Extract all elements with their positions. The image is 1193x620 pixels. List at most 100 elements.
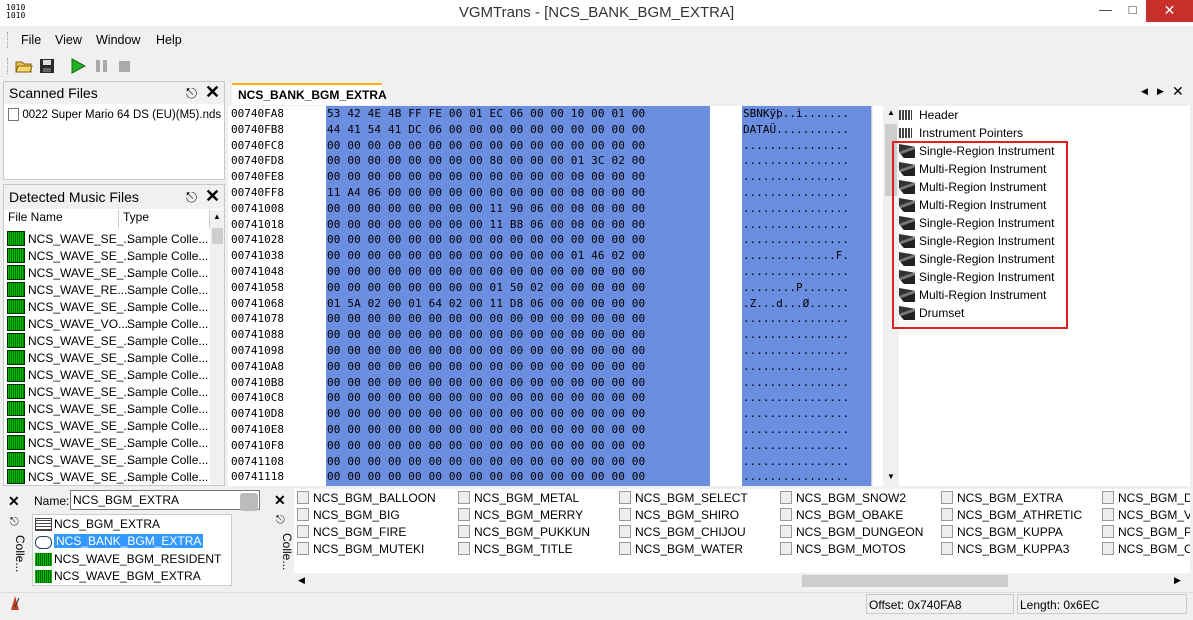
menu-file[interactable]: File [21, 33, 41, 47]
collection-entry[interactable]: NCS_BGM_MOTOS [780, 542, 906, 559]
maximize-button[interactable]: □ [1119, 0, 1146, 22]
pin-icon[interactable]: ⎋ [186, 189, 197, 206]
close-pane-icon[interactable]: ✕ [205, 186, 220, 207]
collection-entry[interactable]: NCS_BGM_PE [1102, 525, 1190, 542]
collection-entry[interactable]: NCS_BGM_DO [1102, 491, 1190, 508]
collection-entry[interactable]: NCS_BGM_SHIRO [619, 508, 739, 525]
collection-entry[interactable]: NCS_BGM_DUNGEON [780, 525, 923, 542]
tab-scroll-right-icon[interactable]: ▶ [1157, 86, 1164, 97]
sequence-icon [35, 518, 52, 532]
collection-entry[interactable]: NCS_BGM_KUPPA [941, 525, 1063, 542]
scanned-file-item[interactable]: 0022 Super Mario 64 DS (EU)(M5).nds [8, 107, 221, 122]
collection-icon [941, 542, 953, 556]
collection-icon [619, 508, 631, 522]
list-item[interactable]: NCS_WAVE_SE_...Sample Colle... [4, 400, 210, 417]
column-type[interactable]: Type [119, 210, 210, 228]
pause-icon[interactable] [93, 58, 111, 74]
list-item[interactable]: NCS_WAVE_SE_...Sample Colle... [4, 298, 210, 315]
collection-name-field[interactable] [70, 490, 260, 510]
menu-window[interactable]: Window [96, 33, 140, 47]
close-button[interactable]: ✕ [1146, 0, 1193, 22]
collections-side-label[interactable]: Colle... [270, 533, 294, 573]
list-item[interactable]: NCS_WAVE_SE_...Sample Colle... [4, 417, 210, 434]
tab-close-icon[interactable]: ✕ [1172, 83, 1184, 100]
column-file-name[interactable]: File Name [4, 210, 119, 228]
file-name: NCS_WAVE_SE_... [28, 470, 134, 484]
pin-icon[interactable]: ⎋ [276, 514, 285, 527]
list-item[interactable]: NCS_WAVE_SE_...Sample Colle... [4, 332, 210, 349]
collection-icon [458, 542, 470, 556]
hex-view[interactable]: 00740FA8 53 42 4E 4B FF FE 00 01 EC 06 00… [228, 106, 872, 486]
collection-entry[interactable]: NCS_BGM_MUTEKI [297, 542, 424, 559]
close-pane-icon[interactable]: ✕ [274, 492, 286, 509]
collection-side-label[interactable]: Colle... [3, 535, 27, 575]
collection-entry[interactable]: NCS_BGM_WATER [619, 542, 743, 559]
list-item[interactable]: NCS_WAVE_SE_...Sample Colle... [4, 434, 210, 451]
collection-entry[interactable]: NCS_BGM_KUPPA3 [941, 542, 1069, 559]
collection-entry[interactable]: NCS_BGM_MERRY [458, 508, 583, 525]
title-bar: 1010 1010 VGMTrans - [NCS_BANK_BGM_EXTRA… [0, 0, 1193, 26]
collection-entry[interactable]: NCS_BGM_FIRE [297, 525, 406, 542]
collection-entry[interactable]: NCS_BGM_OP [1102, 542, 1190, 559]
list-item[interactable]: NCS_WAVE_RE... Sample Colle... [4, 281, 210, 298]
list-item[interactable]: NCS_WAVE_SE_...Sample Colle... [4, 230, 210, 247]
collection-entry[interactable]: NCS_BGM_OBAKE [780, 508, 903, 525]
collection-entry[interactable]: NCS_BGM_CHIJOU [619, 525, 746, 542]
collection-entry[interactable]: NCS_BGM_VO [1102, 508, 1190, 525]
list-item[interactable]: NCS_WAVE_SE_...Sample Colle... [4, 468, 210, 485]
list-item[interactable]: NCS_WAVE_SE_...Sample Colle... [4, 264, 210, 281]
collection-entry[interactable]: NCS_BGM_BIG [297, 508, 400, 525]
list-item[interactable]: NCS_WAVE_SE_...Sample Colle... [4, 485, 210, 486]
stop-icon[interactable] [116, 58, 134, 74]
collection-name: NCS_BGM_ATHRETIC [957, 508, 1083, 522]
tab-scroll-left-icon[interactable]: ◀ [1141, 86, 1148, 97]
collection-item[interactable]: NCS_BGM_EXTRA [35, 517, 231, 534]
save-icon[interactable] [38, 58, 56, 74]
close-pane-icon[interactable]: ✕ [8, 493, 20, 510]
hex-bytes: 53 42 4E 4B FF FE 00 01 EC 06 00 00 10 0… [327, 107, 646, 120]
collection-name: NCS_BGM_MERRY [474, 508, 584, 522]
open-folder-icon[interactable] [15, 58, 33, 74]
minimize-button[interactable]: — [1092, 0, 1119, 22]
list-item[interactable]: NCS_WAVE_SE_...Sample Colle... [4, 451, 210, 468]
collection-entry[interactable]: NCS_BGM_ATHRETIC [941, 508, 1082, 525]
wave-icon [7, 435, 25, 450]
collection-entry[interactable]: NCS_BGM_METAL [458, 491, 579, 508]
scroll-up-icon[interactable]: ▲ [213, 212, 221, 221]
close-pane-icon[interactable]: ✕ [205, 82, 220, 103]
list-item[interactable]: NCS_WAVE_SE_...Sample Colle... [4, 349, 210, 366]
hex-bytes: 00 00 00 00 00 00 00 00 11 90 06 00 00 0… [327, 201, 646, 215]
scrollbar-thumb[interactable] [212, 228, 223, 244]
tree-scroll-down-icon[interactable]: ▼ [887, 472, 895, 481]
collection-item[interactable]: NCS_WAVE_BGM_EXTRA [35, 569, 231, 586]
collection-entry[interactable]: NCS_BGM_SNOW2 [780, 491, 906, 508]
collection-entry[interactable]: NCS_BGM_SELECT [619, 491, 748, 508]
hex-bytes: 00 00 00 00 00 00 00 00 00 00 00 00 00 0… [327, 407, 646, 421]
collection-entry[interactable]: NCS_BGM_TITLE [458, 542, 573, 559]
hex-bytes: 00 00 00 00 00 00 00 00 00 00 00 00 00 0… [327, 359, 646, 373]
collection-entry[interactable]: NCS_BGM_EXTRA [941, 491, 1063, 508]
list-item[interactable]: NCS_WAVE_SE_...Sample Colle... [4, 247, 210, 264]
file-list-scrollbar[interactable]: ▲ [210, 210, 224, 485]
file-type: Sample Colle... [127, 300, 209, 314]
list-item[interactable]: NCS_WAVE_SE_...Sample Colle... [4, 366, 210, 383]
pin-icon[interactable]: ⎋ [10, 516, 19, 529]
collection-icon [619, 525, 631, 539]
collection-entry[interactable]: NCS_BGM_PUKKUN [458, 525, 590, 542]
scroll-right-icon[interactable]: ▶ [1174, 575, 1181, 586]
play-icon[interactable] [69, 58, 87, 74]
collection-item[interactable]: NCS_BANK_BGM_EXTRA [35, 534, 231, 551]
collection-action-icon[interactable] [240, 493, 258, 511]
hscrollbar-thumb[interactable] [802, 575, 1008, 587]
tab-ncs-bank-bgm-extra[interactable]: NCS_BANK_BGM_EXTRA [232, 83, 387, 105]
collection-entry[interactable]: NCS_BGM_BALLOON [297, 491, 436, 508]
collection-item[interactable]: NCS_WAVE_BGM_RESIDENT [35, 552, 231, 569]
scroll-left-icon[interactable]: ◀ [298, 575, 305, 586]
list-item[interactable]: NCS_WAVE_VO... Sample Colle... [4, 315, 210, 332]
list-item[interactable]: NCS_WAVE_SE_...Sample Colle... [4, 383, 210, 400]
menu-help[interactable]: Help [156, 33, 182, 47]
collections-hscrollbar[interactable]: ◀ ▶ [294, 573, 1190, 589]
pin-icon[interactable]: ⎋ [186, 85, 197, 102]
menu-view[interactable]: View [55, 33, 82, 47]
collection-icon [941, 508, 953, 522]
